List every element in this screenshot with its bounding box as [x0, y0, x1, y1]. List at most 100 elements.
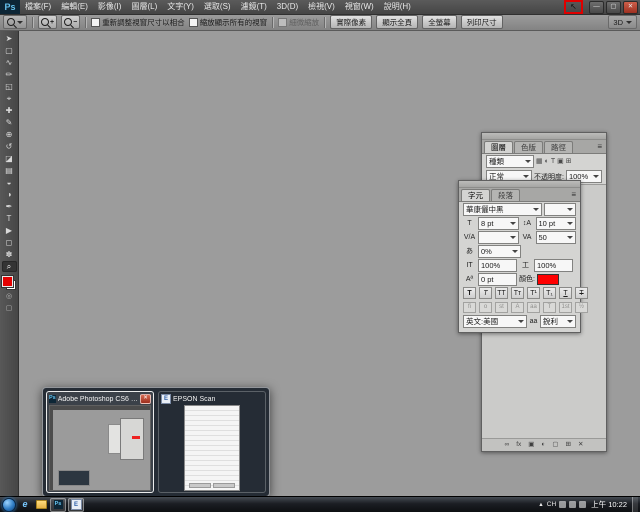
- menu-type[interactable]: 文字(Y): [162, 0, 199, 14]
- menu-file[interactable]: 檔案(F): [20, 0, 56, 14]
- close-button[interactable]: ✕: [623, 1, 638, 14]
- filter-pixel-icon[interactable]: ▦: [536, 158, 543, 165]
- screen-mode-button[interactable]: ▢: [2, 303, 17, 314]
- fill-screen-button[interactable]: 全螢幕: [422, 15, 457, 29]
- tab-layers[interactable]: 圖層: [484, 141, 513, 154]
- tool-gradient[interactable]: ▤: [2, 165, 17, 176]
- taskbar-clock[interactable]: 上午 10:22: [589, 499, 629, 510]
- taskbar-explorer-button[interactable]: [34, 499, 48, 511]
- menu-filter[interactable]: 濾鏡(T): [236, 0, 272, 14]
- show-desktop-button[interactable]: [632, 497, 638, 512]
- filter-kind-select[interactable]: 種類: [486, 155, 534, 168]
- print-size-button[interactable]: 列印尺寸: [461, 15, 503, 29]
- photoshop-thumbnail[interactable]: [49, 406, 151, 490]
- filter-adjustment-icon[interactable]: ◐: [545, 158, 549, 165]
- tool-healing-brush[interactable]: ✚: [2, 105, 17, 116]
- panel-menu-icon[interactable]: ≡: [593, 140, 606, 153]
- tool-path-selection[interactable]: ▶: [2, 225, 17, 236]
- epson-scan-thumbnail-card[interactable]: E EPSON Scan: [158, 391, 266, 493]
- tool-shape[interactable]: ◻: [2, 237, 17, 248]
- foreground-color-swatch[interactable]: [2, 276, 13, 287]
- tool-preset-picker[interactable]: [3, 15, 27, 29]
- zoom-in-button[interactable]: +: [38, 15, 57, 29]
- menu-window[interactable]: 視窗(W): [340, 0, 379, 14]
- link-layers-icon[interactable]: ∞: [505, 442, 510, 449]
- network-icon[interactable]: [579, 501, 586, 508]
- tool-brush[interactable]: ✎: [2, 117, 17, 128]
- tool-quick-selection[interactable]: ✏: [2, 69, 17, 80]
- tool-type[interactable]: T: [2, 213, 17, 224]
- all-caps-button[interactable]: TT: [495, 287, 508, 299]
- menu-view[interactable]: 檢視(V): [303, 0, 340, 14]
- tool-hand[interactable]: ✽: [2, 249, 17, 260]
- panel-menu-icon[interactable]: ≡: [567, 188, 580, 201]
- menu-help[interactable]: 說明(H): [379, 0, 416, 14]
- leading-select[interactable]: 10 pt: [536, 217, 577, 230]
- layer-mask-icon[interactable]: ▣: [528, 442, 534, 449]
- start-button[interactable]: [2, 498, 16, 512]
- tool-crop[interactable]: ◱: [2, 81, 17, 92]
- layer-group-icon[interactable]: ▢: [552, 442, 558, 449]
- delete-layer-icon[interactable]: ✕: [578, 442, 583, 449]
- taskbar-ie-button[interactable]: e: [18, 499, 32, 511]
- font-style-select[interactable]: [544, 203, 576, 216]
- tool-pen[interactable]: ✒: [2, 201, 17, 212]
- tab-channels[interactable]: 色版: [514, 141, 543, 154]
- faux-italic-button[interactable]: T: [479, 287, 492, 299]
- keyboard-icon[interactable]: [559, 501, 566, 508]
- font-size-select[interactable]: 8 pt: [478, 217, 519, 230]
- tool-eraser[interactable]: ◪: [2, 153, 17, 164]
- tab-character[interactable]: 字元: [461, 189, 490, 202]
- maximize-button[interactable]: ▢: [606, 1, 621, 14]
- panel-drag-bar[interactable]: [482, 133, 606, 140]
- tool-blur[interactable]: ◒: [2, 177, 17, 188]
- tool-dodge[interactable]: ◑: [2, 189, 17, 200]
- layer-style-icon[interactable]: fx: [516, 442, 521, 449]
- zoom-out-button[interactable]: −: [61, 15, 80, 29]
- subscript-button[interactable]: T₁: [543, 287, 556, 299]
- filter-smart-icon[interactable]: ⊞: [566, 158, 572, 165]
- filter-type-icon[interactable]: T: [551, 158, 555, 165]
- antialias-select[interactable]: 銳利: [540, 315, 576, 328]
- volume-icon[interactable]: [569, 501, 576, 508]
- adjustment-layer-icon[interactable]: ◐: [541, 442, 545, 449]
- tool-lasso[interactable]: ∿: [2, 57, 17, 68]
- tool-eyedropper[interactable]: ⌖: [2, 93, 17, 104]
- filter-shape-icon[interactable]: ▣: [557, 158, 564, 165]
- tool-marquee[interactable]: ▢: [2, 45, 17, 56]
- fit-screen-button[interactable]: 顯示全頁: [376, 15, 418, 29]
- tab-paths[interactable]: 路徑: [544, 141, 573, 154]
- superscript-button[interactable]: T¹: [527, 287, 540, 299]
- tsume-select[interactable]: 0%: [478, 245, 521, 258]
- small-caps-button[interactable]: Tᴛ: [511, 287, 524, 299]
- new-layer-icon[interactable]: ⊞: [566, 442, 571, 449]
- language-select[interactable]: 英文:美國: [463, 315, 527, 328]
- cursor-arrow-icon[interactable]: ↖: [570, 3, 577, 11]
- tool-history-brush[interactable]: ↺: [2, 141, 17, 152]
- tool-move[interactable]: ➤: [2, 33, 17, 44]
- close-icon[interactable]: ✕: [140, 394, 151, 404]
- tab-paragraph[interactable]: 段落: [491, 189, 520, 202]
- minimize-button[interactable]: —: [589, 1, 604, 14]
- photoshop-thumbnail-card[interactable]: Ps Adobe Photoshop CS6 Exten... ✕: [46, 391, 154, 493]
- workspace-switcher[interactable]: 3D: [608, 15, 637, 29]
- vertical-scale-field[interactable]: 100%: [478, 259, 517, 272]
- language-indicator[interactable]: CH: [547, 501, 556, 508]
- menu-3d[interactable]: 3D(D): [272, 0, 303, 14]
- faux-bold-button[interactable]: T: [463, 287, 476, 299]
- menu-select[interactable]: 選取(S): [199, 0, 236, 14]
- font-family-select[interactable]: 華康儷中黑: [463, 203, 542, 216]
- underline-button[interactable]: T: [559, 287, 572, 299]
- text-color-swatch[interactable]: [537, 274, 559, 285]
- taskbar-epson-button[interactable]: E: [68, 498, 84, 512]
- kerning-select[interactable]: [478, 231, 519, 244]
- zoom-all-windows-checkbox[interactable]: 縮放顯示所有的視窗: [189, 17, 268, 28]
- tool-clone-stamp[interactable]: ⊕: [2, 129, 17, 140]
- resize-windows-checkbox[interactable]: 重新調整視窗尺寸以相合: [91, 17, 185, 28]
- strikethrough-button[interactable]: T: [575, 287, 588, 299]
- taskbar-photoshop-button[interactable]: Ps: [50, 498, 66, 512]
- menu-layer[interactable]: 圖層(L): [126, 0, 162, 14]
- baseline-shift-field[interactable]: 0 pt: [478, 273, 517, 286]
- actual-pixels-button[interactable]: 實際像素: [330, 15, 372, 29]
- panel-drag-bar[interactable]: [459, 181, 580, 188]
